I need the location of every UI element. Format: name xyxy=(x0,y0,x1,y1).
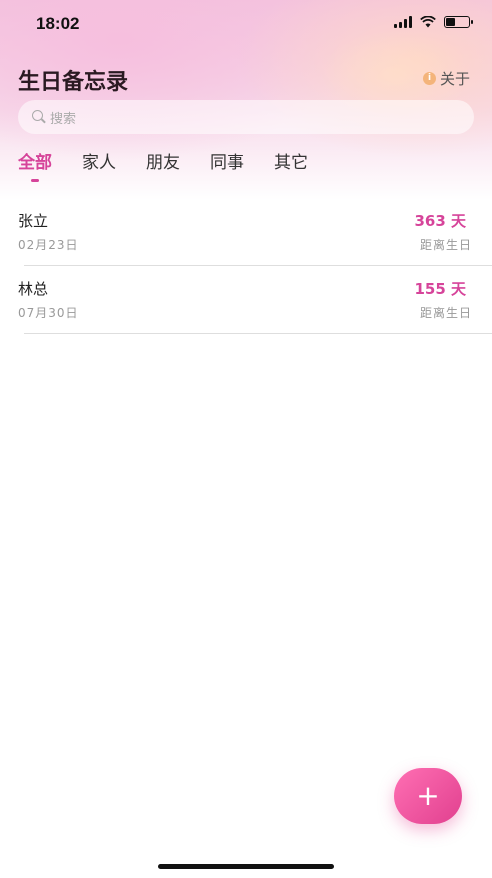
list-item[interactable]: 张立 02月23日 363 天 距离生日 xyxy=(0,198,492,266)
cellular-signal-icon xyxy=(394,16,412,28)
row-divider xyxy=(24,332,492,334)
contact-name: 林总 xyxy=(18,280,49,298)
info-icon: i xyxy=(422,72,436,85)
list-item[interactable]: 林总 07月30日 155 天 距离生日 xyxy=(0,266,492,334)
about-label: 关于 xyxy=(439,70,470,88)
tab-colleagues[interactable]: 同事 xyxy=(210,148,244,173)
wifi-icon xyxy=(420,16,436,28)
contact-name: 张立 xyxy=(18,212,49,230)
days-remaining: 363 天 xyxy=(414,212,466,230)
tab-others[interactable]: 其它 xyxy=(274,148,308,173)
status-time: 18:02 xyxy=(36,14,80,33)
search-input[interactable]: 搜索 xyxy=(18,100,474,134)
birthday-list: 张立 02月23日 363 天 距离生日 林总 07月30日 155 天 距离生… xyxy=(0,198,492,334)
tab-family[interactable]: 家人 xyxy=(82,148,116,173)
add-birthday-button[interactable]: + xyxy=(394,768,462,824)
search-placeholder: 搜索 xyxy=(50,111,77,127)
days-until-label: 距离生日 xyxy=(419,306,472,320)
about-button[interactable]: i 关于 xyxy=(422,68,470,89)
category-tabs: 全部 家人 朋友 同事 其它 xyxy=(18,148,308,182)
home-indicator xyxy=(158,864,334,869)
plus-icon: + xyxy=(416,779,440,812)
status-bar: 18:02 xyxy=(0,0,492,48)
birthday-date: 02月23日 xyxy=(18,238,79,252)
days-until-label: 距离生日 xyxy=(419,238,472,252)
birthday-date: 07月30日 xyxy=(18,306,79,320)
battery-icon xyxy=(444,16,473,28)
days-remaining: 155 天 xyxy=(414,280,466,298)
tab-friends[interactable]: 朋友 xyxy=(146,148,180,173)
search-icon xyxy=(32,110,46,124)
page-title: 生日备忘录 xyxy=(18,70,129,95)
tab-all[interactable]: 全部 xyxy=(18,148,52,182)
status-icons xyxy=(394,16,473,28)
